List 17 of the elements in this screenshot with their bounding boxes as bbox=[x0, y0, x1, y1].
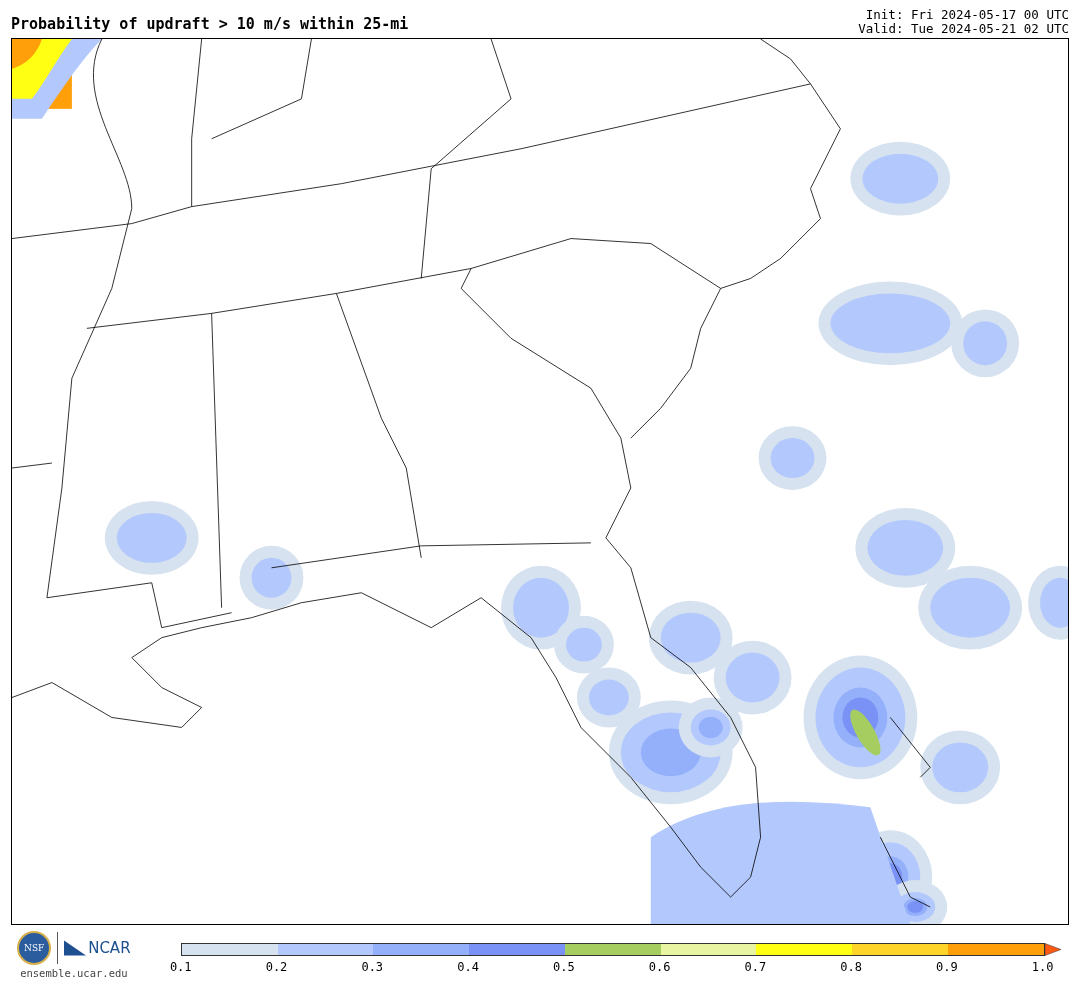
colorbar-tick-label: 0.3 bbox=[360, 960, 385, 974]
colorbar-tick-label: 0.6 bbox=[647, 960, 672, 974]
colorbar-tick-label: 1.0 bbox=[1030, 960, 1055, 974]
colorbar-tick-label: 0.9 bbox=[935, 960, 959, 974]
colorbar-tick-label: 0.2 bbox=[264, 960, 289, 974]
colorbar-tick-label: 0.8 bbox=[839, 960, 863, 974]
colorbar-tick-label: 0.4 bbox=[456, 960, 480, 974]
colorbar-tick-label: 0.1 bbox=[168, 960, 193, 974]
valid-time: Valid: Tue 2024-05-21 02 UTC bbox=[858, 22, 1069, 36]
colorbar-tick-label: 0.7 bbox=[743, 960, 768, 974]
ncar-logo: NCAR bbox=[88, 939, 131, 957]
init-time: Init: Fri 2024-05-17 00 UTC bbox=[865, 8, 1069, 22]
nsf-logo: NSF bbox=[17, 931, 52, 965]
colorbar-tick-label: 0.5 bbox=[551, 960, 576, 974]
swoosh-icon bbox=[64, 940, 87, 956]
site-url: ensemble.ucar.edu bbox=[20, 967, 128, 979]
plot-title: Probability of updraft > 10 m/s within 25-mi bbox=[11, 15, 409, 35]
